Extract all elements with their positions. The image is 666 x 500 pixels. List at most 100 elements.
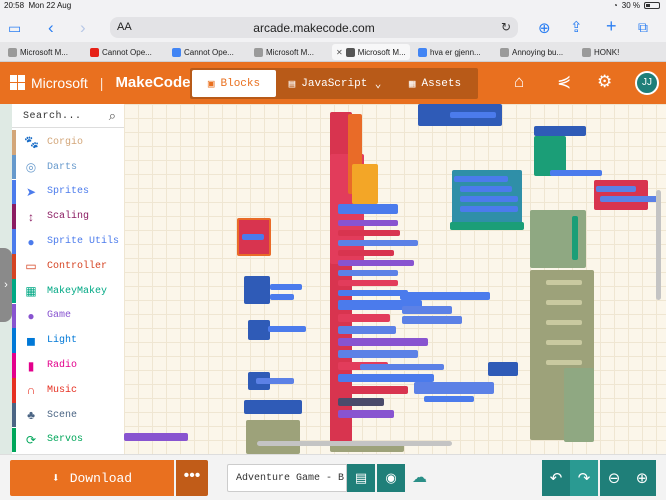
game-block[interactable] xyxy=(124,433,188,441)
more-options-button[interactable]: ••• xyxy=(176,460,208,496)
sprite-block[interactable] xyxy=(338,240,418,246)
assets-tab[interactable]: ▦ Assets xyxy=(392,68,478,99)
sprite-block[interactable] xyxy=(596,186,636,192)
sprite-block[interactable] xyxy=(338,204,398,214)
function-block[interactable] xyxy=(488,362,518,376)
sprite-block[interactable] xyxy=(338,290,408,296)
value-slot[interactable] xyxy=(546,340,582,345)
home-icon[interactable]: ⌂ xyxy=(514,72,524,92)
category-sprite-utils[interactable]: ● Sprite Utils xyxy=(12,229,124,254)
sprite-block[interactable] xyxy=(402,306,452,314)
sprite-block[interactable] xyxy=(360,364,444,370)
sprite-block[interactable] xyxy=(338,350,418,358)
function-block[interactable] xyxy=(534,126,586,136)
function-block[interactable] xyxy=(244,276,270,304)
function-block[interactable] xyxy=(244,400,302,414)
game-block[interactable] xyxy=(338,410,394,418)
value-slot[interactable] xyxy=(546,360,582,365)
sprite-block[interactable] xyxy=(242,234,264,240)
toolbox-search[interactable]: Search... ⌕ xyxy=(12,104,124,128)
game-block[interactable] xyxy=(338,220,398,226)
simulator-toggle-tab[interactable]: › xyxy=(0,248,12,322)
logic-block[interactable] xyxy=(572,216,578,260)
game-block[interactable] xyxy=(338,260,414,266)
loop-block[interactable] xyxy=(338,398,384,406)
github-button[interactable]: ◉ xyxy=(377,464,405,492)
category-radio[interactable]: ▮ Radio xyxy=(12,353,124,378)
zoom-in-button[interactable]: ⊕ xyxy=(628,460,656,496)
address-bar[interactable]: AA arcade.makecode.com ↻ xyxy=(110,17,518,38)
category-makeymakey[interactable]: ▦ MakeyMakey xyxy=(12,278,124,304)
sidebar-toggle-icon[interactable]: ▭ xyxy=(8,20,21,37)
category-music[interactable]: ∩ Music xyxy=(12,378,124,403)
tab-overview-icon[interactable]: ⧉ xyxy=(638,19,648,36)
value-slot[interactable] xyxy=(546,320,582,325)
sprite-block[interactable] xyxy=(460,186,512,192)
sprite-block[interactable] xyxy=(338,270,398,276)
math-block-stack[interactable] xyxy=(246,420,300,454)
category-darts[interactable]: ◎ Darts xyxy=(12,154,124,180)
array-block[interactable] xyxy=(338,386,408,394)
value-slot[interactable] xyxy=(546,280,582,285)
category-scene[interactable]: ♣ Scene xyxy=(12,402,124,428)
reload-icon[interactable]: ↻ xyxy=(501,20,511,34)
user-avatar[interactable]: JJ xyxy=(635,71,659,95)
browser-tab[interactable]: Cannot Ope... xyxy=(86,44,164,60)
download-manager-icon[interactable]: ⊕ xyxy=(538,19,551,37)
array-block-stack[interactable] xyxy=(594,180,648,210)
sprite-block[interactable] xyxy=(450,112,496,118)
workspace-horizontal-scrollbar[interactable] xyxy=(257,441,452,446)
sprite-block[interactable] xyxy=(414,382,494,394)
back-icon[interactable]: ‹ xyxy=(48,18,54,38)
settings-gear-icon[interactable]: ⚙ xyxy=(597,72,612,92)
variable-block[interactable] xyxy=(352,164,378,204)
save-button[interactable]: ▤ xyxy=(347,464,375,492)
category-corgio[interactable]: 🐾 Corgio xyxy=(12,130,124,155)
javascript-tab[interactable]: ▤ JavaScript xyxy=(280,68,376,99)
browser-tab[interactable]: HONK! xyxy=(578,44,658,60)
sprite-block[interactable] xyxy=(268,326,306,332)
browser-tab[interactable]: Annoying bu... xyxy=(496,44,574,60)
value-slot[interactable] xyxy=(546,300,582,305)
undo-button[interactable]: ↶ xyxy=(542,460,570,496)
forward-icon[interactable]: › xyxy=(80,18,86,38)
close-tab-icon[interactable]: ✕ xyxy=(336,48,343,57)
array-block[interactable] xyxy=(338,280,398,286)
logic-block[interactable] xyxy=(450,222,524,230)
browser-tab[interactable]: Microsoft M... xyxy=(4,44,82,60)
sprite-block[interactable] xyxy=(600,196,658,202)
category-servos[interactable]: ⟳ Servos xyxy=(12,427,124,453)
array-block[interactable] xyxy=(338,230,400,236)
language-dropdown[interactable]: ⌄ xyxy=(366,68,390,99)
blocks-tab[interactable]: ▣ Blocks xyxy=(192,70,276,97)
sprite-block[interactable] xyxy=(550,170,602,176)
category-game[interactable]: ● Game xyxy=(12,303,124,329)
zoom-out-button[interactable]: ⊖ xyxy=(600,460,628,496)
project-name-field[interactable]: Adventure Game - BETA xyxy=(227,464,347,492)
browser-tab[interactable]: hva er gjenn... xyxy=(414,44,492,60)
category-light[interactable]: ◼ Light xyxy=(12,328,124,354)
sprite-block[interactable] xyxy=(460,206,518,212)
math-block-stack[interactable] xyxy=(564,368,594,442)
workspace-vertical-scrollbar[interactable] xyxy=(656,190,661,300)
new-tab-icon[interactable]: + xyxy=(606,16,617,37)
browser-tab-active[interactable]: ✕ Microsoft M... xyxy=(332,44,410,60)
sprite-block[interactable] xyxy=(338,326,396,334)
sprite-block[interactable] xyxy=(270,284,302,290)
browser-tab[interactable]: Microsoft M... xyxy=(250,44,328,60)
sprite-block[interactable] xyxy=(454,176,508,182)
sprite-block[interactable] xyxy=(402,316,462,324)
sprite-block[interactable] xyxy=(400,292,490,300)
category-sprites[interactable]: ➤ Sprites xyxy=(12,179,124,205)
brand[interactable]: Microsoft | MakeCode xyxy=(10,74,190,91)
download-button[interactable]: ⬇ Download xyxy=(10,460,174,496)
sprite-block[interactable] xyxy=(460,196,518,202)
game-block[interactable] xyxy=(338,338,428,346)
function-block[interactable] xyxy=(248,320,270,340)
category-controller[interactable]: ▭ Controller xyxy=(12,254,124,279)
array-block[interactable] xyxy=(338,250,394,256)
sprite-block[interactable] xyxy=(424,396,474,402)
share-project-icon[interactable]: ⋞ xyxy=(557,72,571,92)
search-input[interactable]: Search... xyxy=(23,111,82,122)
blocks-workspace[interactable] xyxy=(124,104,666,454)
